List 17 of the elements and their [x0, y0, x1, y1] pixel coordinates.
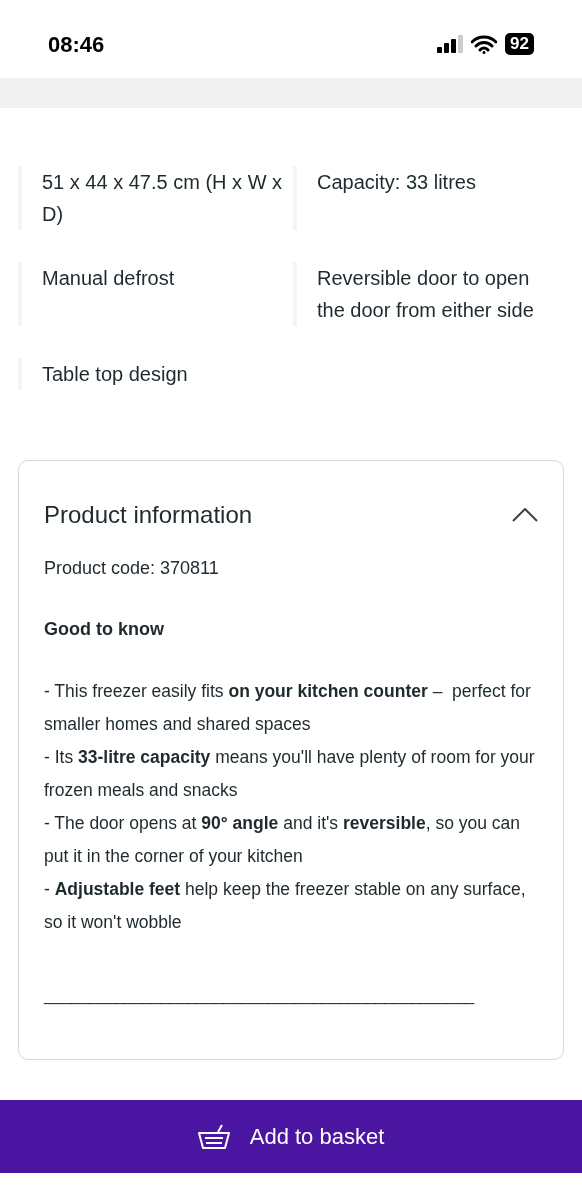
- product-info-toggle[interactable]: Product information: [44, 497, 538, 533]
- status-time: 08:46: [48, 30, 105, 59]
- wifi-icon: [471, 34, 498, 54]
- battery-indicator: 92: [505, 33, 534, 55]
- section-heading: Good to know: [44, 618, 165, 641]
- feature-text: Table top design: [42, 362, 189, 387]
- feature-text: Reversible door to open the door from either side: [317, 266, 535, 323]
- bullet-text: - Adjustable feet help keep the freezer stable on any surface, so it won't wobble: [44, 878, 527, 934]
- separator-text: ________________________________________________: [44, 985, 476, 1007]
- product-code: Product code: 370811: [44, 557, 220, 580]
- feature-text: 51 x 44 x 47.5 cm (H x W x D): [42, 170, 283, 227]
- chevron-icon: [512, 508, 538, 522]
- feature-text: Capacity: 33 litres: [317, 170, 477, 195]
- basket-icon: [197, 1123, 230, 1150]
- feature-text: Manual defrost: [42, 266, 176, 291]
- add-to-basket-button[interactable]: Add to basket: [0, 1100, 582, 1173]
- signal-icon: [437, 35, 464, 53]
